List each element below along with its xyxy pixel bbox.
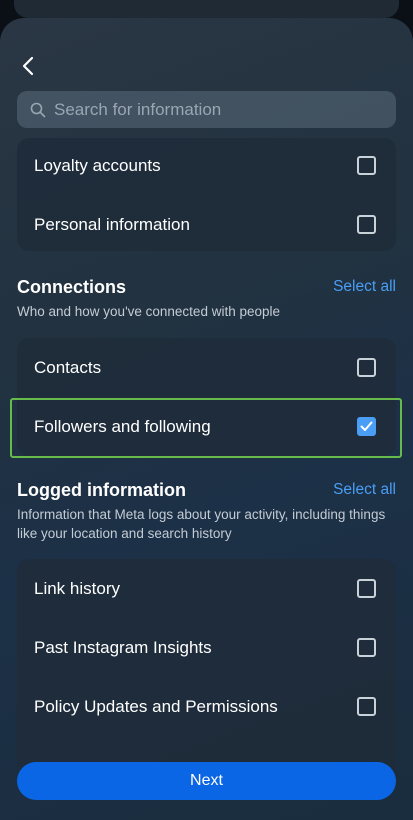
next-button[interactable]: Next bbox=[17, 762, 396, 800]
list-item-label: Loyalty accounts bbox=[34, 155, 161, 175]
search-icon bbox=[30, 102, 46, 117]
checkbox[interactable] bbox=[357, 156, 376, 175]
list-item-label: Policy Updates and Permissions bbox=[34, 696, 278, 716]
checkbox[interactable] bbox=[357, 215, 376, 234]
card-logged-information: Link history Past Instagram Insights Pol… bbox=[17, 559, 396, 789]
list-item-policy-updates[interactable]: Policy Updates and Permissions bbox=[17, 677, 396, 736]
back-button[interactable] bbox=[14, 52, 42, 80]
checkbox-checked[interactable] bbox=[357, 417, 376, 436]
list-item-loyalty-accounts[interactable]: Loyalty accounts bbox=[17, 136, 396, 195]
list-item-past-instagram-insights[interactable]: Past Instagram Insights bbox=[17, 618, 396, 677]
checkbox[interactable] bbox=[357, 697, 376, 716]
checkmark-icon bbox=[360, 421, 373, 431]
list-item-link-history[interactable]: Link history bbox=[17, 559, 396, 618]
chevron-left-icon bbox=[22, 56, 34, 76]
select-all-logged-link[interactable]: Select all bbox=[333, 481, 396, 499]
card-top: Loyalty accounts Personal information bbox=[17, 138, 396, 251]
section-description-connections: Who and how you've connected with people bbox=[17, 304, 280, 319]
list-item-personal-information[interactable]: Personal information bbox=[17, 195, 396, 254]
list-item-label: Followers and following bbox=[34, 416, 211, 436]
checkbox[interactable] bbox=[357, 358, 376, 377]
card-connections: Contacts Followers and following bbox=[17, 338, 396, 456]
bottom-sheet: Loyalty accounts Personal information Co… bbox=[0, 18, 413, 820]
checkbox[interactable] bbox=[357, 638, 376, 657]
section-title-logged-information: Logged information bbox=[17, 480, 186, 500]
search-bar[interactable] bbox=[17, 91, 396, 128]
search-input[interactable] bbox=[54, 99, 374, 120]
list-item-label: Contacts bbox=[34, 357, 102, 377]
select-all-connections-link[interactable]: Select all bbox=[333, 278, 396, 296]
background-card bbox=[14, 0, 399, 18]
list-item-label: Link history bbox=[34, 578, 120, 598]
section-title-connections: Connections bbox=[17, 277, 127, 297]
list-item-followers-and-following[interactable]: Followers and following bbox=[17, 397, 396, 456]
checkbox[interactable] bbox=[357, 579, 376, 598]
section-description-logged: Information that Meta logs about your ac… bbox=[17, 507, 386, 541]
list-item-label: Past Instagram Insights bbox=[34, 637, 212, 657]
list-item-contacts[interactable]: Contacts bbox=[17, 338, 396, 397]
list-item-label: Personal information bbox=[34, 214, 190, 234]
